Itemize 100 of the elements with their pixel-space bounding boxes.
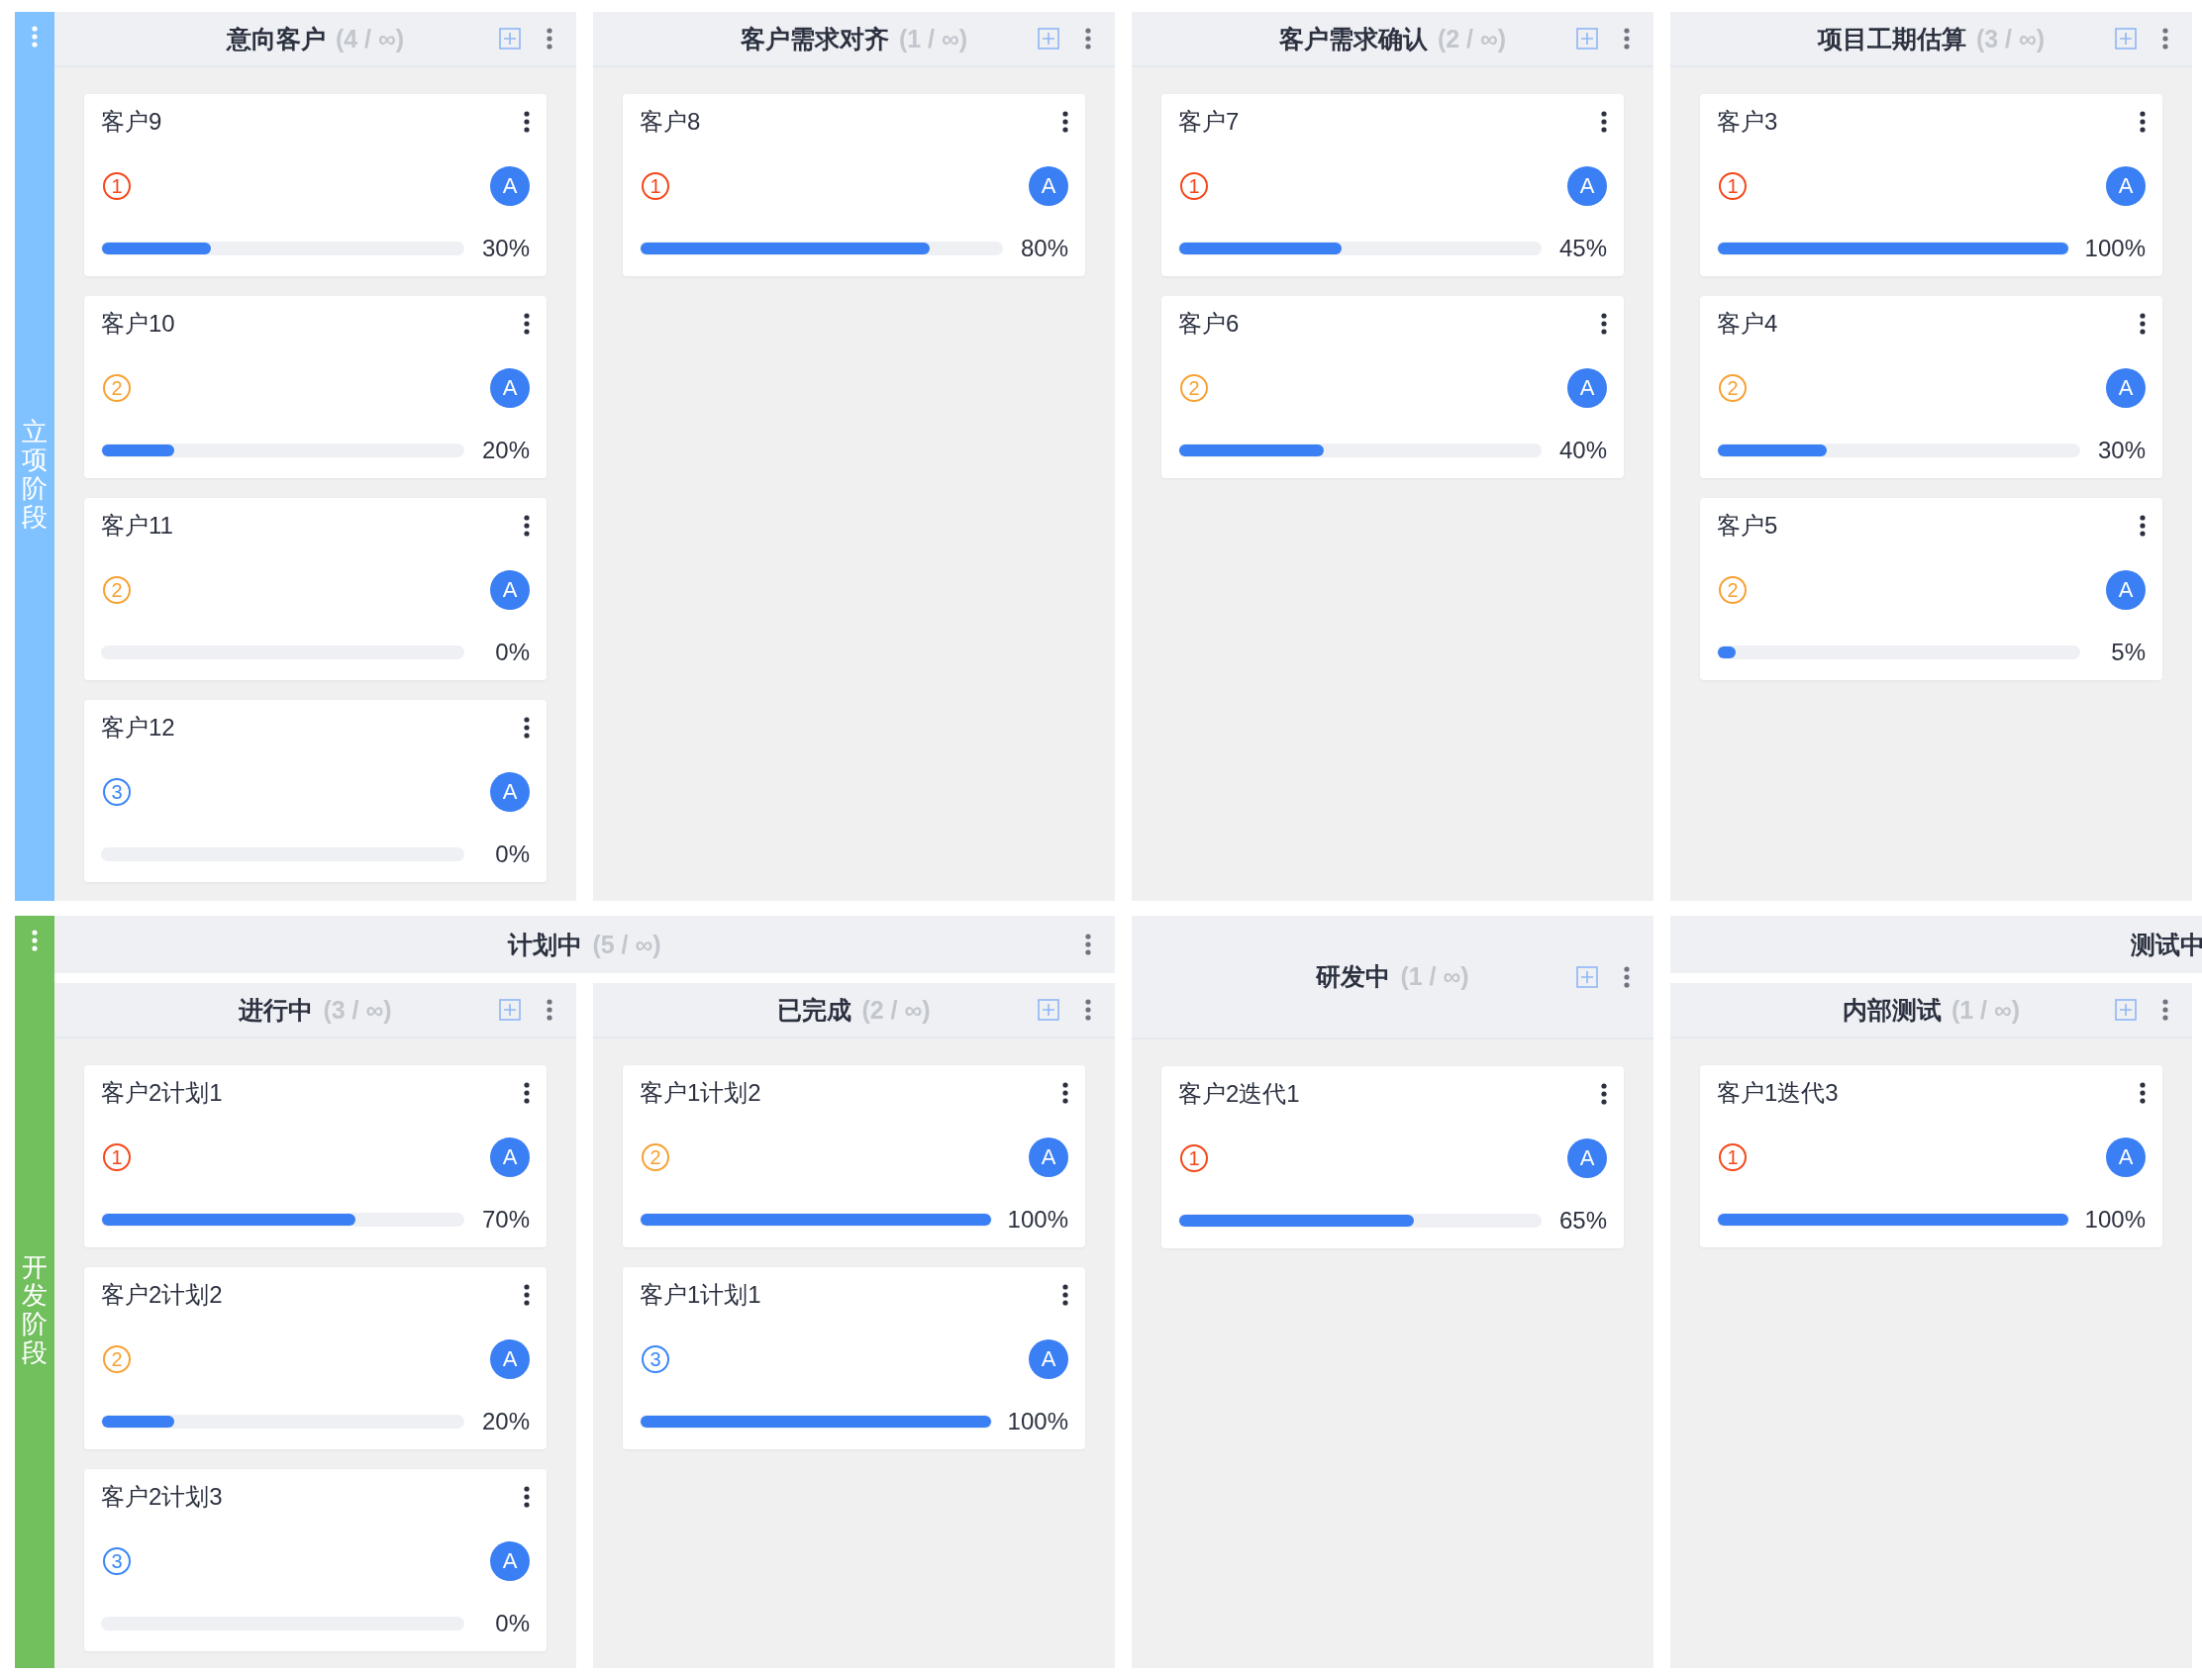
card-title: 客户7 (1178, 107, 1240, 137)
priority-badge: 1 (1719, 1143, 1747, 1171)
priority-badge: 2 (1180, 374, 1208, 402)
priority-badge: 1 (1180, 1144, 1208, 1172)
avatar[interactable]: A (1567, 166, 1607, 206)
task-card[interactable]: 客户11 2 A 0% (84, 498, 547, 680)
card-title: 客户5 (1717, 511, 1778, 541)
more-icon[interactable] (524, 1284, 530, 1306)
priority-badge: 1 (642, 172, 669, 200)
priority-badge: 2 (1719, 374, 1747, 402)
avatar[interactable]: A (1029, 1339, 1068, 1379)
progress-percent: 0% (494, 639, 530, 666)
avatar[interactable]: A (1029, 166, 1068, 206)
avatar[interactable]: A (490, 368, 530, 408)
more-icon[interactable] (2140, 111, 2146, 133)
task-card[interactable]: 客户3 1 A 100% (1700, 94, 2162, 276)
progress-percent: 100% (2084, 235, 2146, 262)
progress-percent: 0% (494, 840, 530, 868)
column-title: 项目工期估算 (1817, 23, 1966, 54)
avatar[interactable]: A (490, 1137, 530, 1177)
priority-badge: 1 (1180, 172, 1208, 200)
avatar[interactable]: A (2106, 570, 2146, 610)
progress-percent: 5% (2110, 639, 2146, 666)
progress-percent: 40% (1557, 437, 1607, 464)
more-icon[interactable] (1601, 111, 1607, 133)
more-icon[interactable] (1062, 1082, 1068, 1104)
progress-percent: 100% (1007, 1206, 1068, 1234)
more-icon[interactable] (2140, 313, 2146, 335)
progress-percent: 100% (2084, 1206, 2146, 1234)
task-card[interactable]: 客户2计划1 1 A 70% (84, 1065, 547, 1247)
task-card[interactable]: 客户6 2 A 40% (1161, 296, 1624, 478)
task-card[interactable]: 客户8 1 A 80% (623, 94, 1085, 276)
column-title: 进行中 (239, 994, 314, 1026)
more-icon[interactable] (2140, 515, 2146, 537)
more-icon[interactable] (1601, 313, 1607, 335)
task-card[interactable]: 客户5 2 A 5% (1700, 498, 2162, 680)
column-title: 已完成 (777, 994, 852, 1026)
priority-badge: 3 (103, 1547, 131, 1575)
card-title: 客户10 (101, 309, 175, 339)
card-title: 客户3 (1717, 107, 1778, 137)
task-card[interactable]: 客户12 3 A 0% (84, 700, 547, 882)
progress-percent: 70% (480, 1206, 530, 1234)
avatar[interactable]: A (1567, 1138, 1607, 1178)
card-title: 客户2计划2 (101, 1280, 223, 1310)
task-card[interactable]: 客户2计划3 3 A 0% (84, 1469, 547, 1651)
column-title: 内部测试 (1842, 994, 1942, 1026)
column-title: 客户需求确认 (1278, 23, 1428, 54)
column-title: 客户需求对齐 (740, 23, 889, 54)
progress-percent: 100% (1007, 1408, 1068, 1435)
task-card[interactable]: 客户1计划2 2 A 100% (623, 1065, 1085, 1247)
avatar[interactable]: A (2106, 166, 2146, 206)
avatar[interactable]: A (490, 1541, 530, 1581)
more-icon[interactable] (524, 515, 530, 537)
priority-badge: 2 (103, 1345, 131, 1373)
progress-percent: 80% (1019, 235, 1068, 262)
priority-badge: 1 (103, 1143, 131, 1171)
card-title: 客户2迭代1 (1178, 1079, 1300, 1109)
progress-percent: 45% (1557, 235, 1607, 262)
card-title: 客户8 (640, 107, 701, 137)
progress-percent: 65% (1557, 1207, 1607, 1235)
more-icon[interactable] (2140, 1082, 2146, 1104)
task-card[interactable]: 客户1迭代3 1 A 100% (1700, 1065, 2162, 1247)
avatar[interactable]: A (2106, 368, 2146, 408)
card-title: 客户12 (101, 713, 175, 742)
avatar[interactable]: A (490, 166, 530, 206)
avatar[interactable]: A (2106, 1137, 2146, 1177)
card-title: 客户1迭代3 (1717, 1078, 1839, 1108)
card-title: 客户2计划1 (101, 1078, 223, 1108)
task-card[interactable]: 客户2迭代1 1 A 65% (1161, 1066, 1624, 1248)
column-title: 计划中 (508, 929, 583, 960)
task-card[interactable]: 客户1计划1 3 A 100% (623, 1267, 1085, 1449)
task-card[interactable]: 客户4 2 A 30% (1700, 296, 2162, 478)
more-icon[interactable] (1601, 1083, 1607, 1105)
task-card[interactable]: 客户7 1 A 45% (1161, 94, 1624, 276)
more-icon[interactable] (1062, 1284, 1068, 1306)
more-icon[interactable] (524, 717, 530, 739)
priority-badge: 2 (103, 374, 131, 402)
progress-percent: 30% (480, 235, 530, 262)
avatar[interactable]: A (490, 570, 530, 610)
task-card[interactable]: 客户10 2 A 20% (84, 296, 547, 478)
avatar[interactable]: A (490, 1339, 530, 1379)
priority-badge: 3 (103, 778, 131, 806)
more-icon[interactable] (524, 1486, 530, 1508)
task-card[interactable]: 客户2计划2 2 A 20% (84, 1267, 547, 1449)
column-title: 测试中 (2131, 929, 2202, 960)
avatar[interactable]: A (1029, 1137, 1068, 1177)
swimlane-title: 立项阶段 (22, 417, 48, 532)
more-icon[interactable] (1062, 111, 1068, 133)
priority-badge: 2 (642, 1143, 669, 1171)
avatar[interactable]: A (1567, 368, 1607, 408)
priority-badge: 3 (642, 1345, 669, 1373)
more-icon[interactable] (524, 111, 530, 133)
card-title: 客户1计划1 (640, 1280, 761, 1310)
swimlane-title: 开发阶段 (22, 1252, 48, 1367)
card-title: 客户2计划3 (101, 1482, 223, 1512)
more-icon[interactable] (524, 1082, 530, 1104)
card-title: 客户11 (101, 511, 173, 541)
avatar[interactable]: A (490, 772, 530, 812)
task-card[interactable]: 客户9 1 A 30% (84, 94, 547, 276)
more-icon[interactable] (524, 313, 530, 335)
